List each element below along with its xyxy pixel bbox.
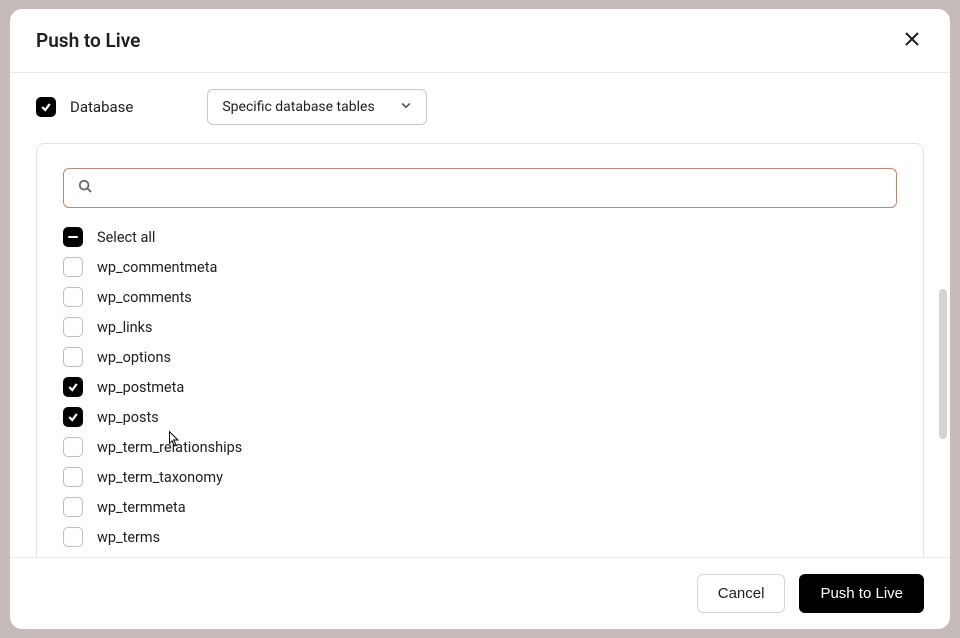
table-name: wp_options (97, 349, 171, 366)
table-name: wp_comments (97, 289, 192, 306)
search-icon (78, 179, 92, 197)
table-name: wp_term_relationships (97, 439, 242, 456)
table-checkbox[interactable] (63, 377, 83, 397)
select-all-label: Select all (97, 229, 155, 246)
tables-list: wp_commentmeta wp_comments wp_links wp_opti… (63, 252, 897, 552)
search-field-wrap[interactable] (63, 168, 897, 208)
table-row: wp_links (63, 312, 897, 342)
table-row: wp_comments (63, 282, 897, 312)
search-input[interactable] (102, 180, 882, 196)
table-name: wp_postmeta (97, 379, 184, 396)
modal-header: Push to Live (10, 9, 950, 73)
tables-scope-dropdown[interactable]: Specific database tables (207, 89, 427, 125)
tables-panel: Select all wp_commentmeta wp_comments wp_l… (36, 143, 924, 557)
chevron-down-icon (400, 99, 412, 115)
select-all-row: Select all (63, 222, 897, 252)
table-row: wp_term_taxonomy (63, 462, 897, 492)
table-checkbox[interactable] (63, 497, 83, 517)
table-checkbox[interactable] (63, 347, 83, 367)
scrollbar[interactable] (939, 289, 947, 439)
table-row: wp_postmeta (63, 372, 897, 402)
table-row: wp_commentmeta (63, 252, 897, 282)
table-row: wp_term_relationships (63, 432, 897, 462)
table-row: wp_termmeta (63, 492, 897, 522)
table-name: wp_posts (97, 409, 159, 426)
modal-footer: Cancel Push to Live (10, 557, 950, 629)
submit-button[interactable]: Push to Live (799, 574, 924, 613)
close-button[interactable] (900, 27, 924, 54)
table-row: wp_options (63, 342, 897, 372)
cancel-button[interactable]: Cancel (697, 574, 786, 613)
database-row: Database Specific database tables (36, 89, 924, 125)
table-row: wp_posts (63, 402, 897, 432)
table-row: wp_terms (63, 522, 897, 552)
modal-body: Database Specific database tables Select (10, 73, 950, 557)
select-all-checkbox[interactable] (63, 227, 83, 247)
table-checkbox[interactable] (63, 527, 83, 547)
table-name: wp_term_taxonomy (97, 469, 223, 486)
table-name: wp_terms (97, 529, 160, 546)
database-checkbox[interactable] (36, 97, 56, 117)
table-checkbox[interactable] (63, 437, 83, 457)
dropdown-value: Specific database tables (222, 99, 374, 115)
table-name: wp_commentmeta (97, 259, 217, 276)
table-checkbox[interactable] (63, 257, 83, 277)
table-checkbox[interactable] (63, 407, 83, 427)
push-to-live-modal: Push to Live Database Specific database … (10, 9, 950, 629)
database-label: Database (70, 98, 133, 116)
table-checkbox[interactable] (63, 467, 83, 487)
modal-title: Push to Live (36, 29, 140, 52)
table-checkbox[interactable] (63, 287, 83, 307)
table-name: wp_termmeta (97, 499, 186, 516)
table-checkbox[interactable] (63, 317, 83, 337)
close-icon (904, 31, 920, 50)
table-name: wp_links (97, 319, 152, 336)
